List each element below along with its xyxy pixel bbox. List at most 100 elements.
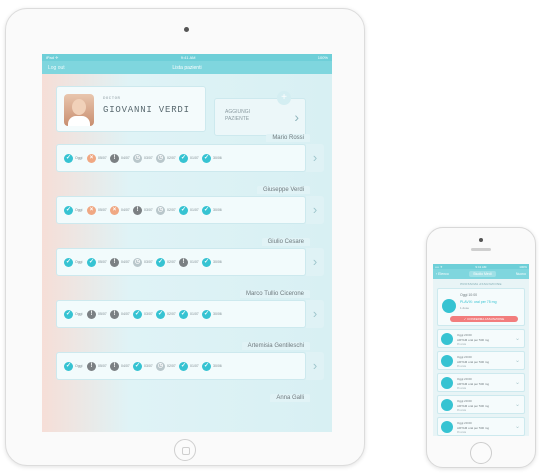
status-ok-icon: ✓ <box>179 309 188 319</box>
dose-time: Oggi 20:00 <box>457 333 472 337</box>
pill-icon <box>441 333 453 345</box>
day-status: ✓ 02/07 <box>156 257 176 267</box>
chevron-right-icon[interactable]: › <box>306 144 324 172</box>
patient-adherence-row[interactable]: ✓ Oggi! 05/07! 04/07 ✓ 03/07 ✓ 02/07 ✓ 01/07 ✓ 30/0… <box>56 300 306 328</box>
ip-status-time: 9:41 AM <box>475 264 487 269</box>
confirm-dose-button[interactable]: ✓ CONFERMA ASSUNZIONE <box>450 316 518 322</box>
dose-time: Oggi 20:00 <box>457 355 472 359</box>
day-label: 02/07 <box>167 208 176 212</box>
day-label: 01/07 <box>190 312 199 316</box>
patient-name: Mario Rossi <box>266 134 310 142</box>
dose-status: Prevista <box>457 431 467 434</box>
day-status: ✓ 02/07 <box>156 309 176 319</box>
status-ok-icon: ✓ <box>133 309 142 319</box>
add-patient-button[interactable]: + AGGIUNGI PAZIENTE › <box>214 91 306 136</box>
status-pending-icon: ! <box>133 205 142 215</box>
day-label: 02/07 <box>167 156 176 160</box>
dose-time: Oggi 20:00 <box>457 421 472 425</box>
status-ok-icon: ✓ <box>156 309 165 319</box>
day-status: ✓ 01/07 <box>179 153 199 163</box>
chevron-down-icon: ⌄ <box>514 380 520 386</box>
status-ok-icon: ✓ <box>202 153 211 163</box>
day-label: Oggi <box>75 364 83 368</box>
chevron-down-icon: ⌄ <box>514 336 520 342</box>
status-ok-icon: ✓ <box>202 205 211 215</box>
day-label: 03/07 <box>144 312 153 316</box>
status-pending-icon: ! <box>110 153 119 163</box>
status-pending-icon: ! <box>87 361 96 371</box>
ip-back-button[interactable]: ‹ Elenco <box>436 272 449 276</box>
chevron-right-icon[interactable]: › <box>306 300 324 328</box>
patient-adherence-row[interactable]: ✓ Oggi × 05/07! 04/07 ◷ 03/07 ◷ 02/07 ✓ 01/07 ✓ 30/0… <box>56 144 306 172</box>
day-status: ✓ 01/07 <box>179 309 199 319</box>
dose-list-item[interactable]: Oggi 20:00 ARTAM oral per 500 mg Prevista ⌄ <box>437 351 525 370</box>
ip-nav-title: Studio Medi <box>469 271 496 277</box>
status-ok-icon: ✓ <box>202 257 211 267</box>
patient-adherence-row[interactable]: ✓ Oggi × 05/07 × 04/07! 03/07 ◷ 02/07 ✓ 01/07 ✓ 30/0… <box>56 196 306 224</box>
day-status: ✓ Oggi <box>64 257 84 267</box>
nav-title: Lista pazienti <box>172 64 202 71</box>
status-missed-icon: × <box>110 205 119 215</box>
dose-time: Oggi 20:00 <box>457 377 472 381</box>
status-missed-icon: × <box>87 205 96 215</box>
day-status: ! 04/07 <box>110 153 130 163</box>
ipad-home-button[interactable] <box>174 439 196 461</box>
day-status: ! 03/07 <box>133 205 153 215</box>
patient-item: Anna Galli <box>56 394 324 432</box>
dose-list-item[interactable]: Oggi 20:00 ARTAM oral per 500 mg Prevista ⌄ <box>437 329 525 348</box>
chevron-right-icon[interactable]: › <box>306 248 324 276</box>
patient-adherence-row[interactable]: ✓ Oggi! 05/07! 04/07 ✓ 03/07 ◷ 02/07 ✓ 01/07 ✓ 30/0… <box>56 352 306 380</box>
patient-adherence-row[interactable]: ✓ Oggi ✓ 05/07! 04/07 ◷ 03/07 ✓ 02/07! 01/07 ✓ 30/0… <box>56 248 306 276</box>
day-status: ! 04/07 <box>110 257 130 267</box>
day-label: 30/06 <box>213 312 222 316</box>
day-label: 04/07 <box>121 260 130 264</box>
chevron-right-icon[interactable]: › <box>306 196 324 224</box>
day-status: ✓ 30/06 <box>202 205 222 215</box>
ip-new-button[interactable]: Nuovo <box>516 272 526 276</box>
day-status: ✓ Oggi <box>64 205 84 215</box>
iphone-camera <box>479 238 483 242</box>
day-status: ! 01/07 <box>179 257 199 267</box>
status-late-icon: ◷ <box>133 257 142 267</box>
day-label: 03/07 <box>144 364 153 368</box>
dose-drug: ARTAM oral per 500 mg <box>457 360 490 364</box>
status-ok-icon: ✓ <box>64 205 73 215</box>
day-status: × 04/07 <box>110 205 130 215</box>
dose-drug: ARTAM oral per 500 mg <box>457 382 490 386</box>
dose-list-item[interactable]: Oggi 20:00 ARTAM oral per 500 mg Prevista ⌄ <box>437 373 525 392</box>
next-dose-card: Oggi 10:00 PLAVIX: oral per 75 mg 1 dose… <box>437 288 525 326</box>
status-late-icon: ◷ <box>156 361 165 371</box>
dose-list-item[interactable]: Oggi 20:00 ARTAM oral per 500 mg Prevista ⌄ <box>437 417 525 436</box>
ipad-camera <box>184 27 189 32</box>
pill-icon <box>441 399 453 411</box>
status-ok-icon: ✓ <box>64 309 73 319</box>
ipad-screen: iPad ✈ 9:41 AM 100% Log out Lista pazien… <box>42 54 332 432</box>
status-ok-icon: ✓ <box>133 361 142 371</box>
day-status: ◷ 02/07 <box>156 205 176 215</box>
chevron-right-icon[interactable]: › <box>306 352 324 380</box>
dose-list-item[interactable]: Oggi 20:00 ARTAM oral per 500 mg Prevista ⌄ <box>437 395 525 414</box>
status-ok-icon: ✓ <box>87 257 96 267</box>
status-ok-icon: ✓ <box>156 257 165 267</box>
dose-drug: ARTAM oral per 500 mg <box>457 338 490 342</box>
iphone-nav-bar: ‹ Elenco Studio Medi Nuovo <box>433 269 529 279</box>
day-label: 30/06 <box>213 260 222 264</box>
status-late-icon: ◷ <box>133 153 142 163</box>
patient-name: Giulio Cesare <box>261 238 310 246</box>
add-patient-label: AGGIUNGI PAZIENTE <box>225 109 251 122</box>
day-status: ✓ 03/07 <box>133 361 153 371</box>
day-status: ✓ Oggi <box>64 309 84 319</box>
day-label: 30/06 <box>213 208 222 212</box>
patient-item: Marco Tullio Cicerone ✓ Oggi! 05/07! 04/07 ✓ 0… <box>56 290 324 340</box>
day-status: × 05/07 <box>87 205 107 215</box>
patient-item: Artemisia Gentileschi ✓ Oggi! 05/07! 04/07 ✓ 0… <box>56 342 324 392</box>
ip-status-battery: 100% <box>519 264 527 269</box>
day-label: 01/07 <box>190 364 199 368</box>
status-pending-icon: ! <box>110 361 119 371</box>
patient-name: Anna Galli <box>270 394 310 402</box>
pill-icon <box>441 377 453 389</box>
day-label: 30/06 <box>213 364 222 368</box>
iphone-home-button[interactable] <box>470 442 492 464</box>
ip-status-left: •••• ✈ <box>435 264 443 269</box>
doctor-avatar <box>64 94 94 126</box>
